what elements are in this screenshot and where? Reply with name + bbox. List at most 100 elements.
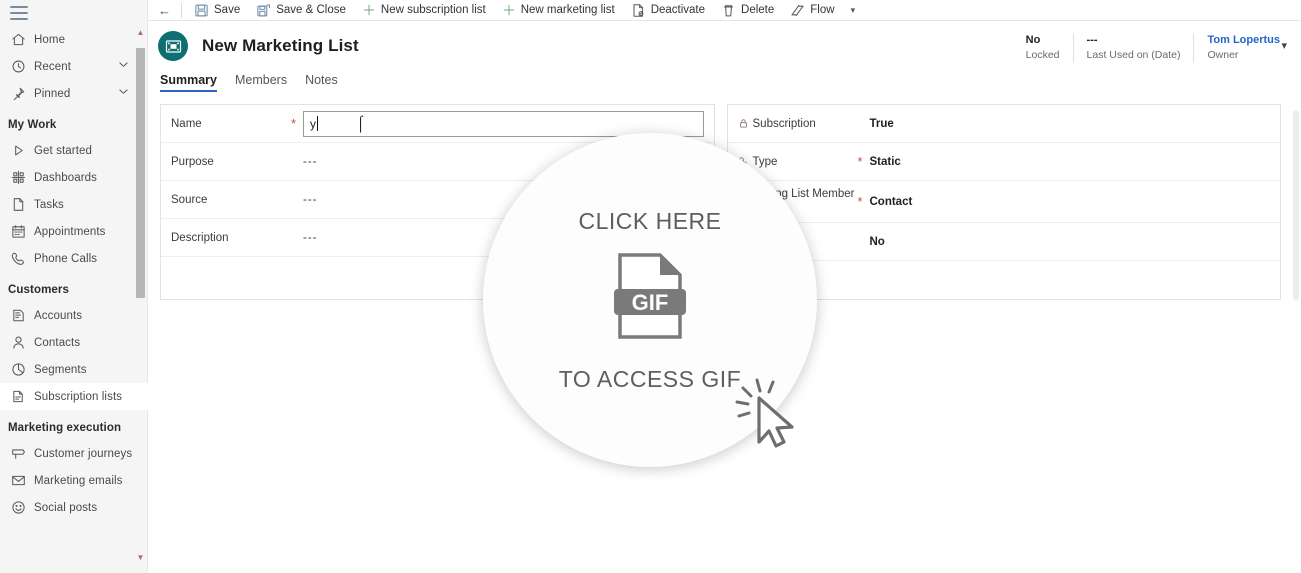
content-scrollbar[interactable]	[1293, 110, 1299, 300]
required-asterisk: *	[857, 154, 863, 169]
required-asterisk: *	[291, 116, 297, 131]
deactivate-icon	[631, 3, 646, 18]
sidebar-item-social-posts[interactable]: Social posts	[0, 494, 148, 521]
new-subscription-list-button[interactable]: New subscription list	[354, 0, 494, 21]
field-label: Description	[171, 232, 291, 244]
social-icon	[8, 500, 28, 516]
sidebar-item-tasks[interactable]: Tasks	[0, 191, 148, 218]
pin-icon	[8, 86, 28, 102]
command-button-label: New marketing list	[520, 4, 615, 16]
form-row: Subscription*True	[727, 105, 1280, 143]
sidebar-item-subscription-lists[interactable]: Subscription lists	[0, 383, 148, 410]
command-button-label: Save & Close	[276, 4, 346, 16]
field-label-text: Description	[171, 231, 229, 244]
required-asterisk: *	[857, 194, 863, 209]
page-title: New Marketing List	[202, 36, 359, 55]
marketing-list-icon	[158, 31, 188, 61]
command-button-label: Deactivate	[650, 4, 706, 16]
scroll-down-icon[interactable]: ▼	[136, 553, 145, 562]
tab-summary[interactable]: Summary	[160, 73, 217, 92]
plus-icon	[502, 3, 516, 17]
list-icon	[8, 389, 28, 405]
command-overflow-chevron-down-icon[interactable]: ▾	[843, 5, 864, 16]
save---close-button[interactable]: Save & Close	[248, 0, 354, 21]
deactivate-button[interactable]: Deactivate	[623, 0, 713, 21]
field-value[interactable]: ---	[303, 156, 318, 168]
field-value[interactable]: Static	[870, 156, 901, 168]
command-button-label: Delete	[741, 4, 775, 16]
save-button[interactable]: Save	[186, 0, 248, 21]
sidebar-group-my-work: My Work	[8, 119, 57, 131]
save-icon	[194, 3, 209, 18]
trash-icon	[721, 3, 736, 18]
gif-overlay[interactable]: CLICK HERE GIF TO ACCESS GIF	[483, 133, 817, 467]
sidebar-item-label: Phone Calls	[34, 252, 98, 265]
sidebar-item-dashboards[interactable]: Dashboards	[0, 164, 148, 191]
header-expand-chevron-down-icon[interactable]: ▾	[1271, 39, 1297, 52]
sidebar-item-contacts[interactable]: Contacts	[0, 329, 148, 356]
new-marketing-list-button[interactable]: New marketing list	[494, 0, 623, 21]
header-stat-label: Owner	[1207, 49, 1239, 62]
tab-members[interactable]: Members	[235, 73, 287, 92]
sidebar-item-phone-calls[interactable]: Phone Calls	[0, 245, 148, 272]
contact-icon	[8, 335, 28, 351]
sidebar-item-marketing-emails[interactable]: Marketing emails	[0, 467, 148, 494]
field-label: Subscription	[738, 118, 858, 130]
scroll-up-icon[interactable]: ▲	[136, 28, 145, 37]
field-value[interactable]: ---	[303, 194, 318, 206]
back-arrow-icon[interactable]: ←	[154, 4, 181, 17]
header-stat-last-used-on-date: --- Last Used on (Date)	[1072, 33, 1194, 63]
record-header: New Marketing List No Locked --- Last Used …	[148, 21, 1301, 71]
sidebar-item-label: Tasks	[34, 198, 64, 211]
field-label-text: Source	[171, 193, 208, 206]
field-value[interactable]: No	[870, 236, 885, 248]
header-stat-locked: No Locked	[1013, 33, 1073, 62]
sidebar-group-marketing-execution: Marketing execution	[8, 422, 122, 434]
envelope-icon	[8, 473, 28, 489]
name-input-value: y	[310, 116, 316, 131]
ibeam-cursor-icon: ⌠	[356, 114, 366, 132]
sidebar-item-home[interactable]: Home	[0, 26, 148, 53]
sidebar-item-customer-journeys[interactable]: Customer journeys	[0, 440, 148, 467]
sidebar-item-segments[interactable]: Segments	[0, 356, 148, 383]
sidebar-item-get-started[interactable]: Get started	[0, 137, 148, 164]
sidebar-item-appointments[interactable]: Appointments	[0, 218, 148, 245]
sidebar-item-label: Social posts	[34, 501, 98, 514]
hamburger-icon[interactable]	[10, 6, 28, 20]
home-icon	[8, 32, 28, 48]
header-stat-value: ---	[1086, 34, 1098, 47]
sidebar-item-pinned[interactable]: Pinned	[0, 80, 148, 107]
sidebar-nav: Home Recent Pinned My Work Get started Dashbo…	[0, 26, 148, 573]
sidebar-scrollbar-thumb[interactable]	[136, 48, 145, 298]
sidebar-item-label: Accounts	[34, 309, 83, 322]
overlay-bottom-text: TO ACCESS GIF	[558, 365, 742, 392]
field-label-text: Subscription	[752, 117, 816, 130]
command-button-label: Save	[214, 4, 241, 16]
command-button-label: Flow	[810, 4, 835, 16]
field-value[interactable]: Contact	[870, 196, 913, 208]
tab-notes[interactable]: Notes	[305, 73, 338, 92]
field-label-text: Name	[171, 117, 202, 130]
delete-button[interactable]: Delete	[713, 0, 782, 21]
sidebar-item-label: Home	[34, 33, 66, 46]
field-label: Source	[171, 194, 291, 206]
app-root: Home Recent Pinned My Work Get started Dashbo…	[0, 0, 1301, 573]
save-close-icon	[256, 3, 271, 18]
tab-bar: Summary Members Notes	[148, 73, 1301, 92]
sidebar-scrollbar[interactable]: ▲ ▼	[136, 26, 145, 564]
field-value[interactable]: True	[870, 118, 894, 130]
chevron-down-icon[interactable]	[117, 85, 130, 103]
sidebar-group-customers: Customers	[8, 284, 69, 296]
sidebar-item-label: Subscription lists	[34, 390, 123, 403]
field-value[interactable]: ---	[303, 232, 318, 244]
header-stat-label: Last Used on (Date)	[1086, 49, 1181, 62]
form-row: Marketing List Member Type*Contact	[727, 181, 1280, 223]
sidebar-item-recent[interactable]: Recent	[0, 53, 148, 80]
sidebar-item-label: Marketing emails	[34, 474, 123, 487]
segment-icon	[8, 362, 28, 378]
flow-button[interactable]: Flow	[782, 0, 842, 21]
chevron-down-icon[interactable]	[117, 58, 130, 76]
task-icon	[8, 197, 28, 213]
header-stat-value[interactable]: Tom Lopertus	[1207, 33, 1280, 48]
sidebar-item-accounts[interactable]: Accounts	[0, 302, 148, 329]
